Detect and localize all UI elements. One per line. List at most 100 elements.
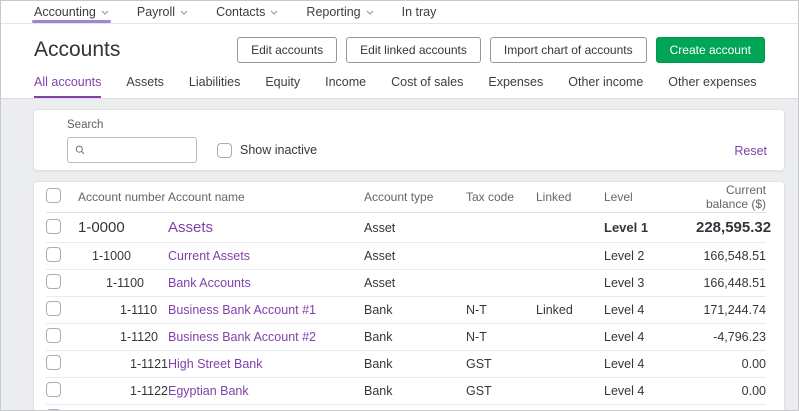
content-area: Search Show inactive Reset Ac [1,99,798,411]
col-account-type: Account type [364,190,466,204]
tax-code-cell: GST [466,384,536,398]
tab-income[interactable]: Income [325,75,366,98]
level-cell: Level 4 [604,303,696,317]
search-label: Search [67,119,768,131]
tab-liabilities[interactable]: Liabilities [189,75,240,98]
top-nav: Accounting Payroll Contacts Reporting In tra… [1,1,798,24]
level-cell: Level 1 [604,220,696,235]
tax-code-cell: N-T [466,303,536,317]
search-field[interactable] [67,137,197,163]
account-name-link[interactable]: Egyptian Bank [168,384,249,398]
table-row: 1-1000Current AssetsAssetLevel 2166,548.… [46,243,766,270]
account-number-cell: 1-1122 [78,384,168,398]
account-type-cell: Bank [364,330,466,344]
current-balance-cell: 171,244.74 [696,303,766,317]
account-number-cell: 1-1110 [78,303,168,317]
account-name-cell: Business Bank Account #2 [168,330,364,344]
account-name-link[interactable]: High Street Bank [168,357,263,371]
tab-other-income[interactable]: Other income [568,75,643,98]
tab-equity[interactable]: Equity [265,75,300,98]
row-checkbox[interactable] [46,219,61,234]
nav-item-label: Reporting [306,5,360,19]
current-balance-cell: 166,448.51 [696,276,766,290]
account-name-link[interactable]: Current Assets [168,249,250,263]
header-buttons: Edit accounts Edit linked accounts Impor… [237,37,765,63]
row-checkbox[interactable] [46,301,61,316]
table-body: 1-0000AssetsAssetLevel 1228,595.321-1000… [46,213,766,411]
header-checkbox-cell [46,188,78,206]
nav-item-label: In tray [402,5,437,19]
page-title: Accounts [34,38,120,62]
level-cell: Level 2 [604,249,696,263]
row-checkbox[interactable] [46,355,61,370]
tab-all-accounts[interactable]: All accounts [34,75,101,98]
level-cell: Level 4 [604,330,696,344]
search-panel: Search Show inactive Reset [33,109,785,171]
account-name-cell: Assets [168,219,364,236]
search-icon [75,144,85,156]
table-row: 1-1130Business Bank Account #3BankN-TLev… [46,405,766,411]
nav-item-contacts[interactable]: Contacts [216,1,278,23]
table-row: 1-1110Business Bank Account #1BankN-TLin… [46,297,766,324]
account-number-cell: 1-1000 [78,249,168,263]
account-name-link[interactable]: Business Bank Account #1 [168,303,316,317]
nav-item-label: Payroll [137,5,175,19]
account-type-cell: Bank [364,357,466,371]
account-name-link[interactable]: Business Bank Account #2 [168,330,316,344]
row-checkbox-cell [46,274,78,292]
level-cell: Level 3 [604,276,696,290]
row-checkbox-cell [46,219,78,237]
col-linked: Linked [536,190,604,204]
row-checkbox-cell [46,355,78,373]
tab-cost-of-sales[interactable]: Cost of sales [391,75,463,98]
row-checkbox-cell [46,247,78,265]
nav-item-label: Contacts [216,5,265,19]
col-account-number: Account number [78,190,168,204]
reset-link[interactable]: Reset [734,144,767,158]
account-type-cell: Asset [364,276,466,290]
chevron-down-icon [270,10,278,15]
account-type-cell: Bank [364,384,466,398]
linked-cell: Linked [536,303,604,317]
account-name-link[interactable]: Assets [168,219,213,236]
row-checkbox[interactable] [46,382,61,397]
search-input[interactable] [91,142,189,158]
current-balance-cell: -4,796.23 [696,330,766,344]
tab-other-expenses[interactable]: Other expenses [668,75,756,98]
row-checkbox-cell [46,328,78,346]
account-number-cell: 1-1120 [78,330,168,344]
table-row: 1-1120Business Bank Account #2BankN-TLev… [46,324,766,351]
select-all-checkbox[interactable] [46,188,61,203]
current-balance-cell: 166,548.51 [696,249,766,263]
current-balance-cell: 0.00 [696,357,766,371]
row-checkbox[interactable] [46,247,61,262]
account-type-cell: Asset [364,221,466,235]
tab-assets[interactable]: Assets [126,75,164,98]
edit-linked-accounts-button[interactable]: Edit linked accounts [346,37,481,63]
table-row: 1-1100Bank Accounts Asset Level 3166,448.5… [46,270,766,297]
nav-item-payroll[interactable]: Payroll [137,1,188,23]
table-row: 1-1122Egyptian BankBankGSTLevel 40.00 [46,378,766,405]
edit-accounts-button[interactable]: Edit accounts [237,37,337,63]
account-number-cell: 1-1100 [78,276,168,290]
row-checkbox[interactable] [46,274,61,289]
account-name-link[interactable]: Bank Accounts [168,276,251,290]
nav-item-reporting[interactable]: Reporting [306,1,373,23]
show-inactive-toggle[interactable]: Show inactive [217,143,317,158]
nav-item-in-tray[interactable]: In tray [402,1,437,23]
chevron-down-icon [101,10,109,15]
row-checkbox[interactable] [46,328,61,343]
chevron-down-icon [180,10,188,15]
account-name-cell: Bank Accounts [168,276,364,290]
import-chart-of-accounts-button[interactable]: Import chart of accounts [490,37,647,63]
col-level: Level [604,190,696,204]
accounts-table: Account number Account name Account type… [33,181,785,411]
nav-item-accounting[interactable]: Accounting [34,1,109,23]
create-account-button[interactable]: Create account [656,37,765,63]
col-tax-code: Tax code [466,190,536,204]
show-inactive-checkbox[interactable] [217,143,232,158]
account-number-cell: 1-1121 [78,357,168,371]
current-balance-cell: 0.00 [696,384,766,398]
tab-expenses[interactable]: Expenses [488,75,543,98]
page-header: Accounts Edit accounts Edit linked accou… [1,24,798,99]
